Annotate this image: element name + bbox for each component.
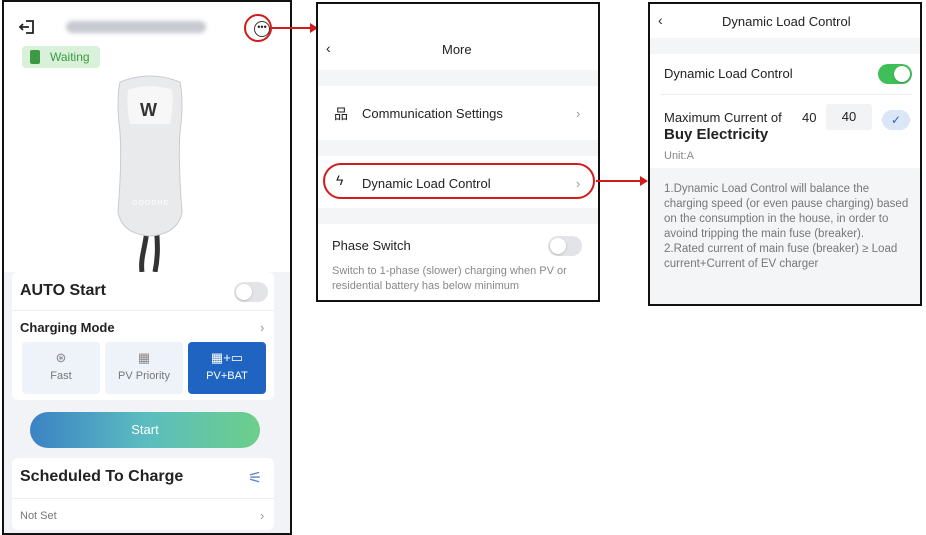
status-text: Waiting (50, 50, 90, 64)
chevron-right-icon: › (576, 106, 581, 121)
max-current-label: Maximum Current of (664, 110, 782, 125)
dlc-settings-card: Dynamic Load Control Maximum Current of … (650, 54, 920, 168)
charger-brand: GOODHE (132, 200, 170, 207)
max-current-bold-label: Buy Electricity (664, 126, 769, 143)
more-screen: ‹ More 品 Communication Settings › ϟ Dyna… (316, 2, 600, 302)
charging-mode-label: Charging Mode (20, 320, 115, 335)
start-button-label: Start (131, 422, 159, 437)
confirm-check-icon[interactable]: ✓ (882, 110, 910, 130)
back-icon[interactable] (18, 18, 36, 36)
mode-pv-priority[interactable]: ▦ PV Priority (105, 342, 183, 394)
chevron-right-icon[interactable]: › (260, 508, 264, 523)
plug-icon (30, 50, 40, 64)
arrow-to-more (272, 23, 318, 33)
broom-icon[interactable]: ⚟ (248, 468, 262, 488)
dlc-toggle-label: Dynamic Load Control (664, 66, 793, 81)
menu-communication-settings[interactable]: 品 Communication Settings › (318, 86, 598, 140)
scheduled-label: Scheduled To Charge (20, 468, 184, 485)
highlight-dynamic-load-control (323, 163, 595, 199)
mode-label: Fast (50, 370, 72, 382)
dlc-description: 1.Dynamic Load Control will balance the … (664, 183, 909, 270)
mode-fast[interactable]: ⊛ Fast (22, 342, 100, 394)
page-title: More (442, 42, 472, 57)
not-set-label: Not Set (20, 510, 57, 522)
menu-label: Communication Settings (362, 106, 503, 121)
max-current-input[interactable]: 40 (826, 104, 872, 130)
device-name-blurred (66, 21, 206, 33)
dynamic-load-control-screen: ‹ Dynamic Load Control Dynamic Load Cont… (648, 2, 922, 306)
start-button[interactable]: Start (30, 412, 260, 448)
fast-charge-icon: ⊛ (55, 350, 67, 365)
page-title: Dynamic Load Control (722, 14, 851, 29)
network-icon: 品 (334, 106, 348, 122)
max-current-value: 40 (802, 110, 817, 125)
max-current-input-value: 40 (841, 109, 857, 124)
dlc-toggle[interactable] (878, 64, 912, 84)
back-chevron-icon[interactable]: ‹ (326, 40, 331, 56)
unit-label: Unit:A (664, 150, 694, 162)
scheduled-card: Scheduled To Charge ⚟ Not Set › (12, 458, 274, 530)
chevron-right-icon[interactable]: › (260, 320, 264, 335)
main-screen: ••• Waiting W GOODHE AUTO Start Charging… (2, 0, 292, 535)
mode-label: PV Priority (118, 370, 170, 382)
solar-panel-icon: ▦ (137, 350, 151, 365)
solar-battery-icon: ▦+▭ (210, 350, 244, 365)
charger-logo: W (140, 100, 157, 120)
auto-start-toggle[interactable] (234, 282, 268, 302)
mode-pv-bat[interactable]: ▦+▭ PV+BAT (188, 342, 266, 394)
arrow-to-dlc (596, 176, 648, 186)
phase-switch-toggle[interactable] (548, 236, 582, 256)
phase-switch-row: Phase Switch Switch to 1-phase (slower) … (318, 224, 598, 300)
highlight-more-icon (244, 14, 272, 42)
phase-switch-description: Switch to 1-phase (slower) charging when… (332, 265, 567, 292)
back-chevron-icon[interactable]: ‹ (658, 12, 663, 28)
mode-label: PV+BAT (206, 370, 248, 382)
phase-switch-label: Phase Switch (332, 238, 411, 253)
auto-start-label: AUTO Start (20, 282, 106, 299)
status-badge: Waiting (22, 46, 100, 68)
charger-image: W GOODHE (100, 72, 200, 273)
